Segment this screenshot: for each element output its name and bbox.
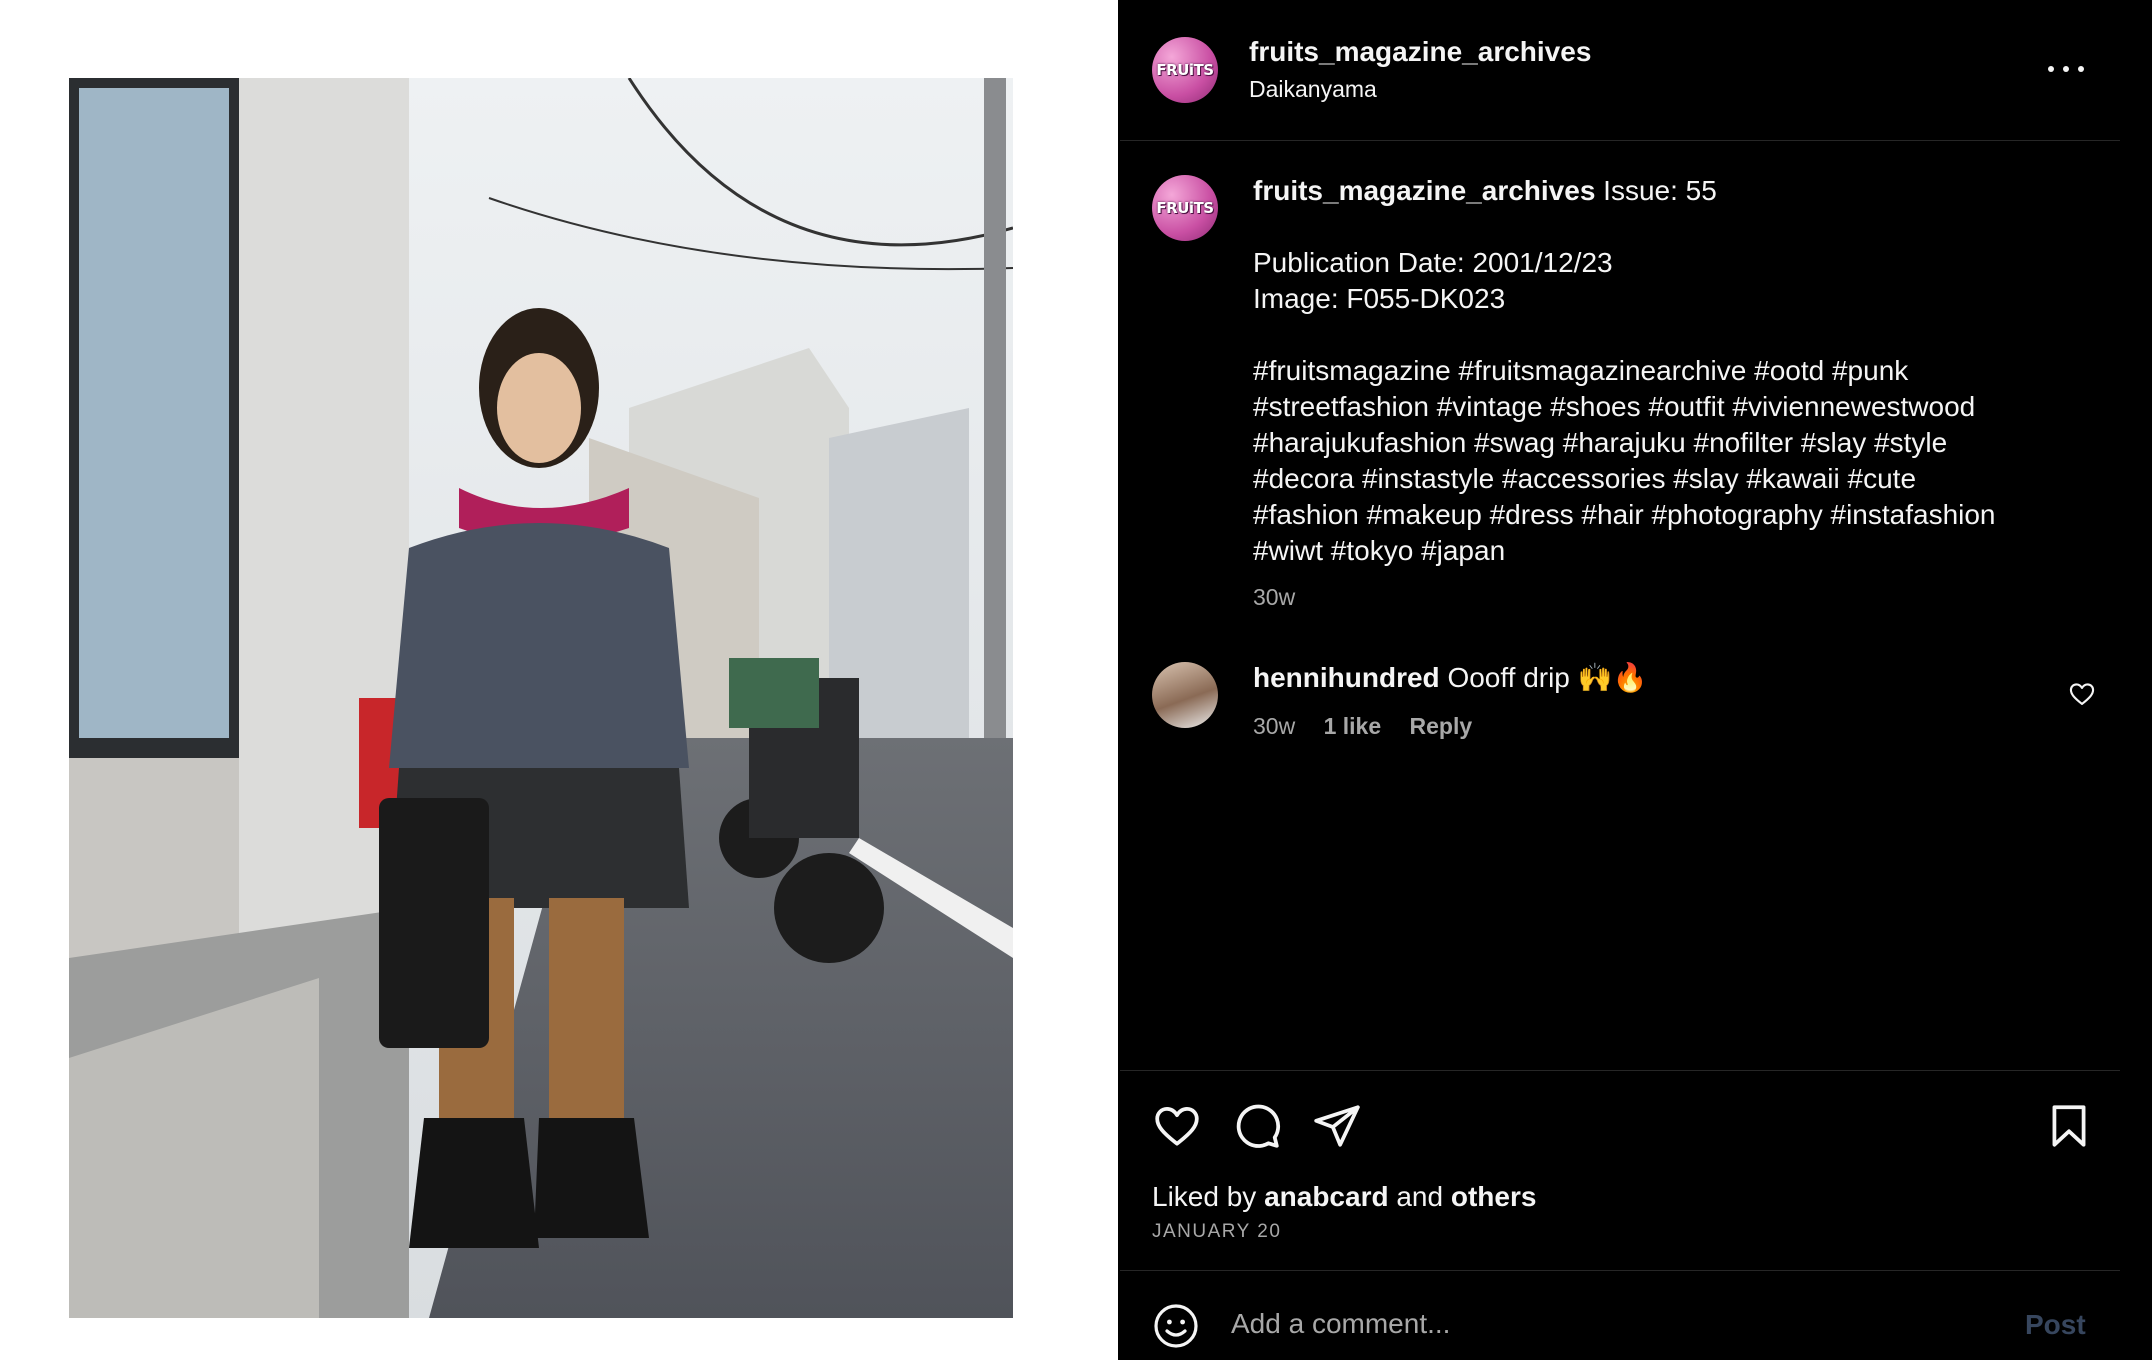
post-actions: Liked by anabcard and others JANUARY 20: [1120, 1070, 2120, 1270]
post-header: FRUiTS fruits_magazine_archives Daikanya…: [1120, 0, 2120, 141]
bookmark-icon[interactable]: [2044, 1101, 2094, 1151]
caption-avatar[interactable]: FRUiTS: [1152, 175, 1218, 241]
liked-by-user[interactable]: anabcard: [1264, 1181, 1389, 1212]
post-location[interactable]: Daikanyama: [1249, 76, 1377, 103]
add-comment-bar: Post: [1120, 1270, 2120, 1360]
caption-publication-date: Publication Date: 2001/12/23: [1253, 247, 1613, 278]
avatar-logo-text: FRUiTS: [1156, 199, 1214, 217]
commenter-username[interactable]: hennihundred: [1253, 662, 1440, 693]
caption-hashtags-line[interactable]: #fashion #makeup #dress #hair #photograp…: [1253, 497, 2073, 533]
caption-image-id: Image: F055-DK023: [1253, 283, 1506, 314]
comment-like-count[interactable]: 1 like: [1324, 713, 1382, 739]
likes-summary: Liked by anabcard and others: [1152, 1181, 1536, 1213]
comment-heart-icon[interactable]: [2068, 680, 2096, 708]
post-comment-button[interactable]: Post: [2025, 1309, 2086, 1341]
comment-item: hennihundred Oooff drip 🙌🔥 30w 1 like Re…: [1120, 655, 2120, 755]
likes-and: and: [1396, 1181, 1444, 1212]
comment-meta: 30w 1 like Reply: [1253, 713, 1494, 740]
post-date: JANUARY 20: [1152, 1221, 1282, 1242]
caption-hashtags-line[interactable]: #fruitsmagazine #fruitsmagazinearchive #…: [1253, 353, 2073, 389]
more-options-icon[interactable]: [2046, 56, 2086, 80]
post-sidebar: FRUiTS fruits_magazine_archives Daikanya…: [1118, 0, 2152, 1360]
paper-plane-icon[interactable]: [1312, 1101, 1362, 1151]
caption-hashtags-line[interactable]: #decora #instastyle #accessories #slay #…: [1253, 461, 2073, 497]
caption-hashtags-line[interactable]: #harajukufashion #swag #harajuku #nofilt…: [1253, 425, 2073, 461]
comment-reply-button[interactable]: Reply: [1410, 713, 1473, 739]
media-panel: [0, 0, 1118, 1360]
comment-timestamp: 30w: [1253, 713, 1296, 739]
comment-icon[interactable]: [1232, 1101, 1282, 1151]
comment-input[interactable]: [1231, 1299, 1991, 1349]
avatar-logo-text: FRUiTS: [1156, 61, 1214, 79]
caption-hashtags-line[interactable]: #streetfashion #vintage #shoes #outfit #…: [1253, 389, 2073, 425]
smiley-icon[interactable]: [1152, 1302, 1200, 1350]
street-photo-illustration: [69, 78, 1013, 1318]
commenter-avatar[interactable]: [1152, 662, 1218, 728]
caption-text: fruits_magazine_archives Issue: 55 Publi…: [1253, 173, 2073, 569]
liked-by-others[interactable]: others: [1451, 1181, 1537, 1212]
caption-username[interactable]: fruits_magazine_archives: [1253, 175, 1595, 206]
likes-prefix: Liked by: [1152, 1181, 1257, 1212]
caption-issue: Issue: 55: [1603, 175, 1717, 206]
account-username[interactable]: fruits_magazine_archives: [1249, 36, 1591, 68]
caption-timestamp: 30w: [1253, 584, 1296, 610]
comment-body: Oooff drip 🙌🔥: [1447, 662, 1648, 693]
post-photo[interactable]: [69, 78, 1013, 1318]
comment-text: hennihundred Oooff drip 🙌🔥: [1253, 661, 1647, 694]
caption-hashtags-line[interactable]: #wiwt #tokyo #japan: [1253, 533, 2073, 569]
heart-icon[interactable]: [1152, 1101, 1202, 1151]
account-avatar[interactable]: FRUiTS: [1152, 37, 1218, 103]
